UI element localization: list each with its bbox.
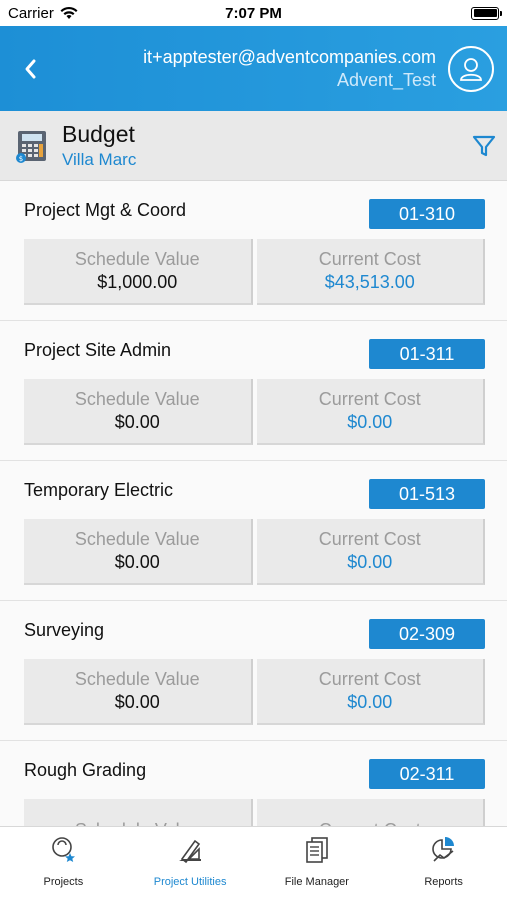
current-cost-label: Current Cost bbox=[318, 249, 421, 269]
schedule-value: $0.00 bbox=[114, 412, 160, 432]
current-cost-box: Current Cost bbox=[256, 799, 485, 827]
carrier-label: Carrier bbox=[8, 4, 54, 22]
tab-label: File Manager bbox=[284, 876, 349, 888]
item-name: Project Mgt & Coord bbox=[24, 200, 187, 220]
svg-text:$: $ bbox=[19, 155, 23, 163]
item-code-badge: 01-310 bbox=[369, 199, 485, 229]
item-name: Rough Grading bbox=[24, 760, 147, 780]
schedule-value-box: Schedule Value $0.00 bbox=[24, 659, 253, 725]
schedule-value-box: Schedule Value $0.00 bbox=[24, 379, 253, 445]
schedule-value-label: Schedule Value bbox=[75, 820, 200, 827]
item-name: Surveying bbox=[24, 620, 105, 640]
user-info: it+apptester@adventcompanies.com Advent_… bbox=[60, 47, 448, 91]
schedule-value-box: Schedule Value bbox=[24, 799, 253, 826]
battery-icon bbox=[471, 6, 502, 20]
item-values: Schedule Value $1,000.00 Current Cost $43,5… bbox=[24, 239, 485, 305]
calculator-icon: $ bbox=[16, 130, 46, 163]
tab-label: Project Utilities bbox=[153, 876, 227, 888]
user-email: it+apptester@adventcompanies.com bbox=[143, 46, 436, 67]
status-bar: Carrier 7:07 PM bbox=[0, 0, 507, 26]
tab-file-manager[interactable]: File Manager bbox=[254, 827, 381, 900]
schedule-value-box: Schedule Value $1,000.00 bbox=[24, 239, 253, 305]
tab-bar: Projects Project Utilities File Manager … bbox=[0, 826, 507, 900]
back-button[interactable] bbox=[0, 26, 60, 111]
item-values: Schedule Value $0.00 Current Cost $0.00 bbox=[24, 659, 485, 725]
file-manager-icon bbox=[306, 837, 328, 863]
item-code-badge: 01-513 bbox=[369, 479, 485, 509]
schedule-value: $1,000.00 bbox=[97, 272, 178, 292]
current-cost-value: $0.00 bbox=[347, 412, 393, 432]
schedule-value-label: Schedule Value bbox=[74, 529, 200, 549]
page-titlebar: $ Budget Villa Marc bbox=[0, 111, 507, 181]
item-code-badge: 02-309 bbox=[369, 619, 485, 649]
budget-item[interactable]: Project Site Admin 01-311 Schedule Value $0… bbox=[0, 321, 507, 461]
item-name: Temporary Electric bbox=[24, 480, 174, 500]
schedule-value: $0.00 bbox=[114, 552, 160, 572]
schedule-value-label: Schedule Value bbox=[74, 389, 200, 409]
projects-icon bbox=[52, 837, 76, 862]
project-name: Villa Marc bbox=[62, 150, 137, 169]
item-values: Schedule Value $0.00 Current Cost $0.00 bbox=[24, 379, 485, 445]
avatar-button[interactable] bbox=[448, 45, 494, 92]
page-title: Budget bbox=[62, 121, 135, 147]
budget-item[interactable]: Surveying 02-309 Schedule Value $0.00 Curren… bbox=[0, 601, 507, 741]
schedule-value-box: Schedule Value $0.00 bbox=[24, 519, 253, 585]
current-cost-box: Current Cost $0.00 bbox=[256, 379, 485, 445]
current-cost-box: Current Cost $0.00 bbox=[256, 519, 485, 585]
user-name: Advent_Test bbox=[336, 69, 436, 90]
current-cost-box: Current Cost $0.00 bbox=[256, 659, 485, 725]
user-icon bbox=[460, 57, 482, 81]
current-cost-label: Current Cost bbox=[318, 529, 421, 549]
current-cost-box: Current Cost $43,513.00 bbox=[256, 239, 485, 305]
current-cost-label: Current Cost bbox=[318, 669, 421, 689]
item-name: Project Site Admin bbox=[24, 340, 172, 360]
current-cost-value: $0.00 bbox=[347, 692, 393, 712]
current-cost-label: Current Cost bbox=[319, 820, 421, 827]
schedule-value-label: Schedule Value bbox=[74, 669, 200, 689]
chevron-left-icon bbox=[25, 59, 36, 78]
app-header: it+apptester@adventcompanies.com Advent_… bbox=[0, 26, 507, 111]
tab-reports[interactable]: Reports bbox=[380, 827, 507, 900]
item-values: Schedule Value Current Cost bbox=[24, 799, 485, 826]
item-code-badge: 02-311 bbox=[369, 759, 485, 789]
tab-label: Projects bbox=[43, 876, 84, 888]
budget-list[interactable]: Project Mgt & Coord 01-310 Schedule Value $… bbox=[0, 181, 507, 826]
current-cost-value: $0.00 bbox=[347, 552, 393, 572]
schedule-value-label: Schedule Value bbox=[74, 249, 200, 269]
wifi-icon bbox=[60, 6, 78, 19]
item-code-badge: 01-311 bbox=[369, 339, 485, 369]
budget-item[interactable]: Temporary Electric 01-513 Schedule Value $0… bbox=[0, 461, 507, 601]
tab-projects[interactable]: Projects bbox=[0, 827, 127, 900]
filter-icon[interactable] bbox=[471, 133, 497, 159]
current-cost-value: $43,513.00 bbox=[324, 272, 415, 292]
schedule-value: $0.00 bbox=[114, 692, 160, 712]
reports-icon bbox=[431, 837, 454, 862]
current-cost-label: Current Cost bbox=[318, 389, 421, 409]
project-utilities-icon bbox=[179, 839, 202, 864]
budget-item[interactable]: Project Mgt & Coord 01-310 Schedule Value $… bbox=[0, 181, 507, 321]
item-values: Schedule Value $0.00 Current Cost $0.00 bbox=[24, 519, 485, 585]
budget-item[interactable]: Rough Grading 02-311 Schedule Value Current… bbox=[0, 741, 507, 826]
tab-project-utilities[interactable]: Project Utilities bbox=[127, 827, 254, 900]
tab-label: Reports bbox=[424, 876, 463, 888]
